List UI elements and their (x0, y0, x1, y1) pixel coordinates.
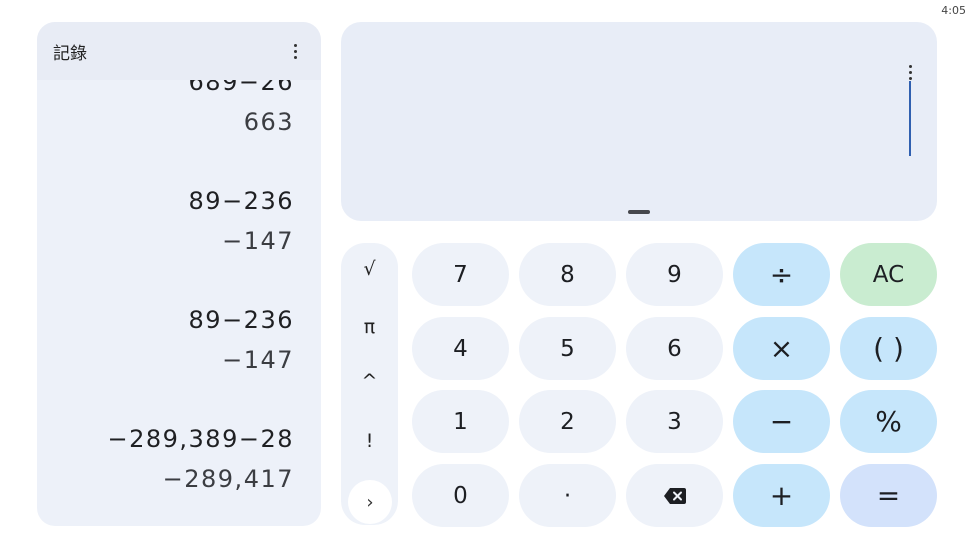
digit-0-button[interactable]: 0 (412, 464, 509, 527)
history-title: 記錄 (53, 43, 87, 64)
backspace-icon (663, 487, 686, 504)
history-expression[interactable]: 89−236 (37, 300, 294, 340)
digit-6-button[interactable]: 6 (626, 317, 723, 380)
status-time: 4:05 (941, 4, 966, 17)
history-result[interactable]: 663 (37, 102, 294, 142)
history-expression[interactable]: −289,389−28 (37, 419, 294, 459)
history-result[interactable]: −147 (37, 221, 294, 261)
pi-button[interactable]: π (341, 307, 398, 347)
add-button[interactable]: + (733, 464, 830, 527)
digit-3-button[interactable]: 3 (626, 390, 723, 453)
text-cursor[interactable] (909, 81, 911, 156)
drag-handle[interactable] (628, 210, 650, 214)
backspace-button[interactable] (626, 464, 723, 527)
chevron-right-icon: › (366, 491, 374, 513)
digit-9-button[interactable]: 9 (626, 243, 723, 306)
history-panel: 689−26 663 89−236 −147 89−236 −147 −289,… (37, 22, 321, 526)
multiply-button[interactable]: × (733, 317, 830, 380)
equals-button[interactable]: = (840, 464, 937, 527)
history-entry[interactable]: 89−236 −147 (37, 181, 294, 261)
decimal-point-button[interactable]: · (519, 464, 616, 527)
history-list[interactable]: 689−26 663 89−236 −147 89−236 −147 −289,… (37, 62, 321, 526)
digit-2-button[interactable]: 2 (519, 390, 616, 453)
digit-5-button[interactable]: 5 (519, 317, 616, 380)
digit-4-button[interactable]: 4 (412, 317, 509, 380)
history-entry[interactable]: −289,389−28 −289,417 (37, 419, 294, 499)
factorial-button[interactable]: ! (341, 421, 398, 461)
digit-8-button[interactable]: 8 (519, 243, 616, 306)
subtract-button[interactable]: − (733, 390, 830, 453)
percent-button[interactable]: % (840, 390, 937, 453)
history-expression[interactable]: 89−236 (37, 181, 294, 221)
history-entry[interactable]: 89−236 −147 (37, 300, 294, 380)
power-button[interactable]: ^ (341, 361, 398, 401)
more-options-icon[interactable] (902, 62, 918, 82)
scientific-keys-panel: √ π ^ ! › (341, 243, 398, 525)
calculator-display (341, 22, 937, 221)
parentheses-button[interactable]: ( ) (840, 317, 937, 380)
expand-scientific-button[interactable]: › (348, 480, 392, 524)
all-clear-button[interactable]: AC (840, 243, 937, 306)
history-more-options-icon[interactable] (287, 41, 303, 61)
divide-button[interactable]: ÷ (733, 243, 830, 306)
history-result[interactable]: −289,417 (37, 459, 294, 499)
history-result[interactable]: −147 (37, 340, 294, 380)
digit-1-button[interactable]: 1 (412, 390, 509, 453)
square-root-button[interactable]: √ (341, 249, 398, 289)
history-header: 記錄 (37, 22, 321, 80)
digit-7-button[interactable]: 7 (412, 243, 509, 306)
